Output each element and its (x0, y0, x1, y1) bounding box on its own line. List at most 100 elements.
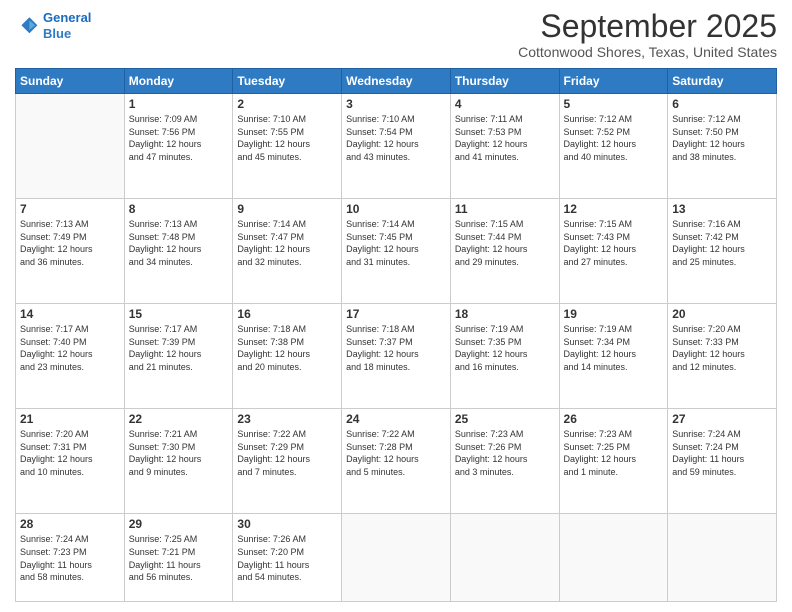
calendar-table: Sunday Monday Tuesday Wednesday Thursday… (15, 68, 777, 602)
day-info: Sunrise: 7:23 AM Sunset: 7:25 PM Dayligh… (564, 428, 664, 478)
day-info: Sunrise: 7:17 AM Sunset: 7:39 PM Dayligh… (129, 323, 229, 373)
header-thursday: Thursday (450, 69, 559, 94)
day-number: 8 (129, 202, 229, 216)
table-row: 25 Sunrise: 7:23 AM Sunset: 7:26 PM Dayli… (450, 409, 559, 514)
day-info: Sunrise: 7:12 AM Sunset: 7:52 PM Dayligh… (564, 113, 664, 163)
day-info: Sunrise: 7:13 AM Sunset: 7:49 PM Dayligh… (20, 218, 120, 268)
table-row: 30 Sunrise: 7:26 AM Sunset: 7:20 PM Dayli… (233, 514, 342, 602)
day-number: 2 (237, 97, 337, 111)
day-number: 15 (129, 307, 229, 321)
table-row: 14 Sunrise: 7:17 AM Sunset: 7:40 PM Dayli… (16, 304, 125, 409)
month-title: September 2025 (518, 10, 777, 42)
day-info: Sunrise: 7:22 AM Sunset: 7:29 PM Dayligh… (237, 428, 337, 478)
day-info: Sunrise: 7:20 AM Sunset: 7:33 PM Dayligh… (672, 323, 772, 373)
header-saturday: Saturday (668, 69, 777, 94)
table-row: 26 Sunrise: 7:23 AM Sunset: 7:25 PM Dayli… (559, 409, 668, 514)
table-row: 28 Sunrise: 7:24 AM Sunset: 7:23 PM Dayli… (16, 514, 125, 602)
table-row: 17 Sunrise: 7:18 AM Sunset: 7:37 PM Dayli… (342, 304, 451, 409)
header-monday: Monday (124, 69, 233, 94)
day-number: 4 (455, 97, 555, 111)
table-row: 29Sunrise: 7:25 AM Sunset: 7:21 PM Dayli… (124, 514, 233, 602)
day-info: Sunrise: 7:18 AM Sunset: 7:37 PM Dayligh… (346, 323, 446, 373)
table-row: 10 Sunrise: 7:14 AM Sunset: 7:45 PM Dayli… (342, 199, 451, 304)
table-row: 1 Sunrise: 7:09 AM Sunset: 7:56 PM Daylig… (124, 94, 233, 199)
table-row (342, 514, 451, 602)
day-info: Sunrise: 7:14 AM Sunset: 7:47 PM Dayligh… (237, 218, 337, 268)
day-number: 5 (564, 97, 664, 111)
table-row: 15 Sunrise: 7:17 AM Sunset: 7:39 PM Dayli… (124, 304, 233, 409)
table-row (668, 514, 777, 602)
day-number: 14 (20, 307, 120, 321)
table-row (450, 514, 559, 602)
table-row: 12 Sunrise: 7:15 AM Sunset: 7:43 PM Dayli… (559, 199, 668, 304)
day-number: 18 (455, 307, 555, 321)
day-number: 7 (20, 202, 120, 216)
table-row: 27Sunrise: 7:24 AM Sunset: 7:24 PM Dayli… (668, 409, 777, 514)
table-row: 6Sunrise: 7:12 AM Sunset: 7:50 PM Daylig… (668, 94, 777, 199)
day-number: 17 (346, 307, 446, 321)
header-friday: Friday (559, 69, 668, 94)
day-number: 10 (346, 202, 446, 216)
day-number: 22 (129, 412, 229, 426)
day-info: Sunrise: 7:16 AM Sunset: 7:42 PM Dayligh… (672, 218, 772, 268)
day-info: Sunrise: 7:13 AM Sunset: 7:48 PM Dayligh… (129, 218, 229, 268)
day-info: Sunrise: 7:10 AM Sunset: 7:55 PM Dayligh… (237, 113, 337, 163)
header-sunday: Sunday (16, 69, 125, 94)
day-number: 16 (237, 307, 337, 321)
day-number: 23 (237, 412, 337, 426)
day-number: 24 (346, 412, 446, 426)
day-number: 25 (455, 412, 555, 426)
day-info: Sunrise: 7:24 AM Sunset: 7:23 PM Dayligh… (20, 533, 120, 583)
table-row: 18 Sunrise: 7:19 AM Sunset: 7:35 PM Dayli… (450, 304, 559, 409)
day-info: Sunrise: 7:21 AM Sunset: 7:30 PM Dayligh… (129, 428, 229, 478)
day-info: Sunrise: 7:11 AM Sunset: 7:53 PM Dayligh… (455, 113, 555, 163)
header-wednesday: Wednesday (342, 69, 451, 94)
day-info: Sunrise: 7:20 AM Sunset: 7:31 PM Dayligh… (20, 428, 120, 478)
table-row (16, 94, 125, 199)
day-info: Sunrise: 7:24 AM Sunset: 7:24 PM Dayligh… (672, 428, 772, 478)
day-info: Sunrise: 7:12 AM Sunset: 7:50 PM Dayligh… (672, 113, 772, 163)
calendar-header-row: Sunday Monday Tuesday Wednesday Thursday… (16, 69, 777, 94)
day-number: 19 (564, 307, 664, 321)
day-number: 11 (455, 202, 555, 216)
day-info: Sunrise: 7:15 AM Sunset: 7:43 PM Dayligh… (564, 218, 664, 268)
table-row: 19Sunrise: 7:19 AM Sunset: 7:34 PM Dayli… (559, 304, 668, 409)
logo-text: General Blue (43, 10, 91, 41)
day-number: 12 (564, 202, 664, 216)
table-row: 2 Sunrise: 7:10 AM Sunset: 7:55 PM Daylig… (233, 94, 342, 199)
day-number: 21 (20, 412, 120, 426)
page: General Blue September 2025 Cottonwood S… (0, 0, 792, 612)
table-row: 22 Sunrise: 7:21 AM Sunset: 7:30 PM Dayli… (124, 409, 233, 514)
logo: General Blue (15, 10, 91, 41)
day-number: 3 (346, 97, 446, 111)
table-row: 21 Sunrise: 7:20 AM Sunset: 7:31 PM Dayli… (16, 409, 125, 514)
table-row (559, 514, 668, 602)
table-row: 23 Sunrise: 7:22 AM Sunset: 7:29 PM Dayli… (233, 409, 342, 514)
header: General Blue September 2025 Cottonwood S… (15, 10, 777, 60)
table-row: 5 Sunrise: 7:12 AM Sunset: 7:52 PM Daylig… (559, 94, 668, 199)
table-row: 24Sunrise: 7:22 AM Sunset: 7:28 PM Dayli… (342, 409, 451, 514)
day-number: 13 (672, 202, 772, 216)
day-info: Sunrise: 7:19 AM Sunset: 7:35 PM Dayligh… (455, 323, 555, 373)
day-number: 26 (564, 412, 664, 426)
day-number: 9 (237, 202, 337, 216)
day-info: Sunrise: 7:15 AM Sunset: 7:44 PM Dayligh… (455, 218, 555, 268)
table-row: 4 Sunrise: 7:11 AM Sunset: 7:53 PM Daylig… (450, 94, 559, 199)
table-row: 13 Sunrise: 7:16 AM Sunset: 7:42 PM Dayli… (668, 199, 777, 304)
day-info: Sunrise: 7:23 AM Sunset: 7:26 PM Dayligh… (455, 428, 555, 478)
day-info: Sunrise: 7:09 AM Sunset: 7:56 PM Dayligh… (129, 113, 229, 163)
day-info: Sunrise: 7:17 AM Sunset: 7:40 PM Dayligh… (20, 323, 120, 373)
day-info: Sunrise: 7:18 AM Sunset: 7:38 PM Dayligh… (237, 323, 337, 373)
day-info: Sunrise: 7:26 AM Sunset: 7:20 PM Dayligh… (237, 533, 337, 583)
logo-icon (15, 14, 39, 38)
table-row: 3 Sunrise: 7:10 AM Sunset: 7:54 PM Daylig… (342, 94, 451, 199)
title-block: September 2025 Cottonwood Shores, Texas,… (518, 10, 777, 60)
day-number: 28 (20, 517, 120, 531)
table-row: 9 Sunrise: 7:14 AM Sunset: 7:47 PM Daylig… (233, 199, 342, 304)
table-row: 20 Sunrise: 7:20 AM Sunset: 7:33 PM Dayli… (668, 304, 777, 409)
day-info: Sunrise: 7:14 AM Sunset: 7:45 PM Dayligh… (346, 218, 446, 268)
day-number: 1 (129, 97, 229, 111)
day-number: 30 (237, 517, 337, 531)
day-info: Sunrise: 7:10 AM Sunset: 7:54 PM Dayligh… (346, 113, 446, 163)
day-number: 20 (672, 307, 772, 321)
